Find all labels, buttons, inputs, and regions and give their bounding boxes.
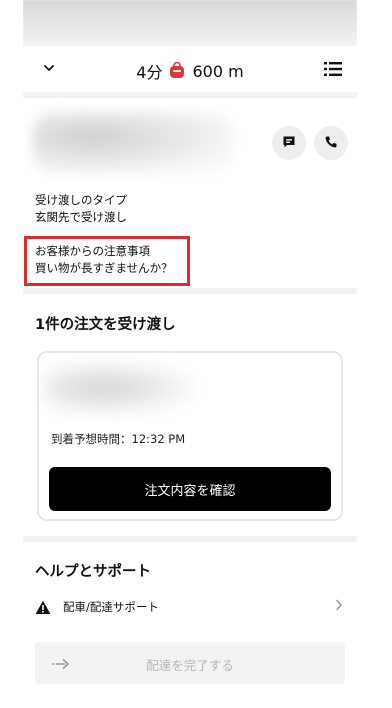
customer-note: お客様からの注意事項 買い物が長すぎませんか？ [35, 243, 173, 277]
shopping-bag-icon [168, 61, 186, 80]
handoff-type-label: 受け渡しのタイプ [35, 193, 127, 207]
message-button[interactable] [272, 126, 306, 160]
order-name-redacted [45, 361, 195, 415]
handoff-type-value: 玄関先で受け渡し [35, 210, 127, 224]
eta-distance: 600 m [192, 61, 244, 81]
phone-icon [324, 134, 338, 153]
customer-card [23, 100, 357, 190]
customer-note-label: お客様からの注意事項 [35, 244, 150, 258]
order-card: 到着予想時間：12:32 PM 注文内容を確認 [37, 351, 343, 521]
handoff-type: 受け渡しのタイプ 玄関先で受け渡し [35, 192, 127, 226]
eta-summary: 4分 600 m [23, 59, 357, 83]
help-title: ヘルプとサポート [35, 564, 151, 580]
map-preview[interactable] [23, 0, 357, 46]
divider [23, 288, 357, 294]
support-item-label: 配車/配達サポート [63, 600, 159, 614]
confirm-order-button[interactable]: 注文内容を確認 [49, 467, 331, 511]
call-button[interactable] [314, 126, 348, 160]
divider [23, 536, 357, 542]
chevron-right-icon [335, 599, 343, 615]
app-screen: 4分 600 m 受け渡しのタイプ 玄関先で受け渡し お客様からの注意事項 買い… [23, 0, 357, 708]
support-item[interactable]: 配車/配達サポート [35, 596, 345, 618]
orders-title: 1件の注文を受け渡し [35, 317, 176, 333]
eta-time: 4分 [136, 63, 163, 82]
trip-header: 4分 600 m [23, 48, 357, 92]
chat-icon [282, 134, 296, 153]
list-icon[interactable] [323, 60, 343, 78]
divider [23, 92, 357, 98]
warning-icon [35, 600, 51, 615]
customer-note-value: 買い物が長すぎませんか？ [35, 261, 173, 275]
customer-name-redacted [33, 112, 233, 174]
arrival-time: 到着予想時間：12:32 PM [51, 432, 186, 446]
complete-delivery-label: 配達を完了する [146, 658, 234, 673]
complete-delivery-button[interactable]: 配達を完了する [35, 642, 345, 684]
